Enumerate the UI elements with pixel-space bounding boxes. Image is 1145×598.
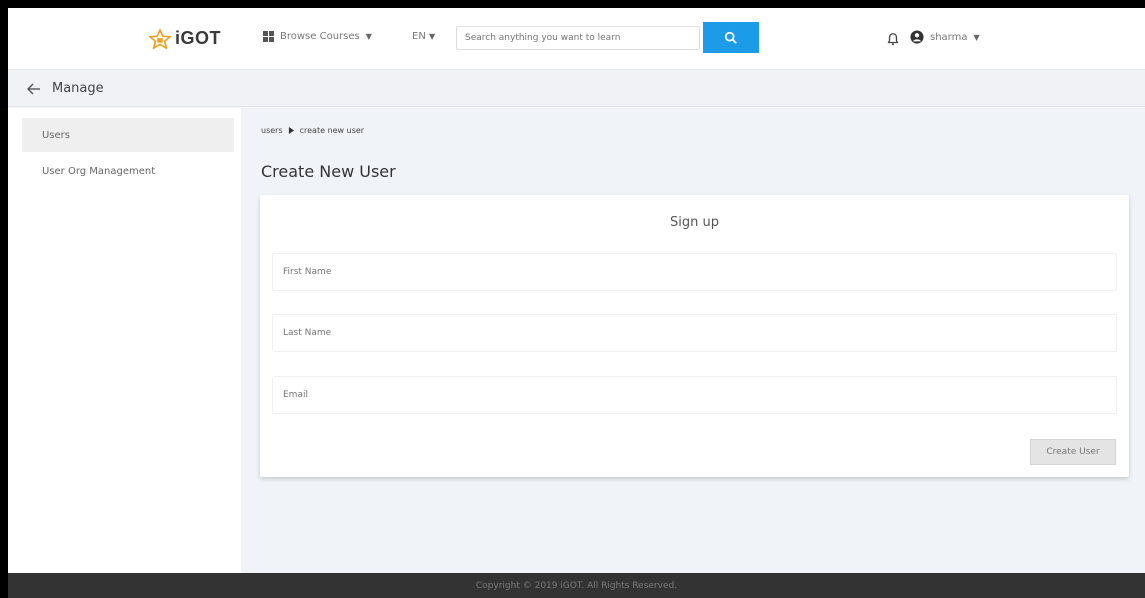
breadcrumb: users create new user — [261, 126, 364, 135]
logo[interactable]: iGOT — [149, 28, 221, 49]
top-navbar: iGOT Browse Courses ▼ EN ▼ Search anythi… — [8, 8, 1145, 70]
user-menu[interactable]: sharma ▼ — [910, 30, 980, 44]
signup-card: Sign up Create User — [260, 195, 1129, 477]
user-name: sharma — [930, 31, 968, 43]
play-arrow-icon — [288, 127, 294, 134]
sidebar: Users User Org Management — [8, 108, 241, 573]
sidebar-item-user-org-management[interactable]: User Org Management — [22, 154, 234, 188]
user-avatar-icon — [910, 30, 924, 44]
last-name-input[interactable] — [272, 314, 1117, 352]
search-input[interactable] — [456, 26, 700, 50]
page-title: Create New User — [261, 162, 396, 181]
manage-header: Manage — [8, 71, 1145, 107]
search-button[interactable] — [703, 22, 759, 53]
footer-text: Copyright © 2019 iGOT. All Rights Reserv… — [475, 580, 678, 591]
grid-icon — [263, 31, 274, 42]
language-selector[interactable]: EN ▼ — [412, 31, 435, 42]
create-user-button[interactable]: Create User — [1030, 439, 1116, 465]
browse-courses-menu[interactable]: Browse Courses ▼ — [263, 31, 372, 42]
caret-down-icon: ▼ — [429, 32, 436, 41]
breadcrumb-users-link[interactable]: users — [261, 126, 283, 135]
app-window: iGOT Browse Courses ▼ EN ▼ Search anythi… — [8, 8, 1145, 598]
back-arrow-icon[interactable] — [26, 82, 42, 96]
signup-title: Sign up — [670, 215, 719, 230]
email-input[interactable] — [272, 376, 1117, 414]
star-logo-icon — [149, 28, 171, 49]
sidebar-item-users[interactable]: Users — [22, 118, 234, 152]
breadcrumb-current: create new user — [299, 126, 365, 135]
sidebar-item-label: Users — [42, 129, 71, 141]
language-label: EN — [412, 31, 426, 42]
first-name-input[interactable] — [272, 253, 1117, 291]
notification-bell-icon[interactable] — [886, 32, 900, 46]
browse-courses-label: Browse Courses — [280, 31, 360, 42]
caret-down-icon: ▼ — [365, 32, 372, 41]
logo-text: iGOT — [175, 28, 221, 48]
manage-title: Manage — [52, 81, 104, 96]
search-icon — [724, 31, 737, 44]
caret-down-icon: ▼ — [973, 32, 980, 42]
footer: Copyright © 2019 iGOT. All Rights Reserv… — [8, 573, 1145, 598]
sidebar-item-label: User Org Management — [42, 165, 156, 177]
